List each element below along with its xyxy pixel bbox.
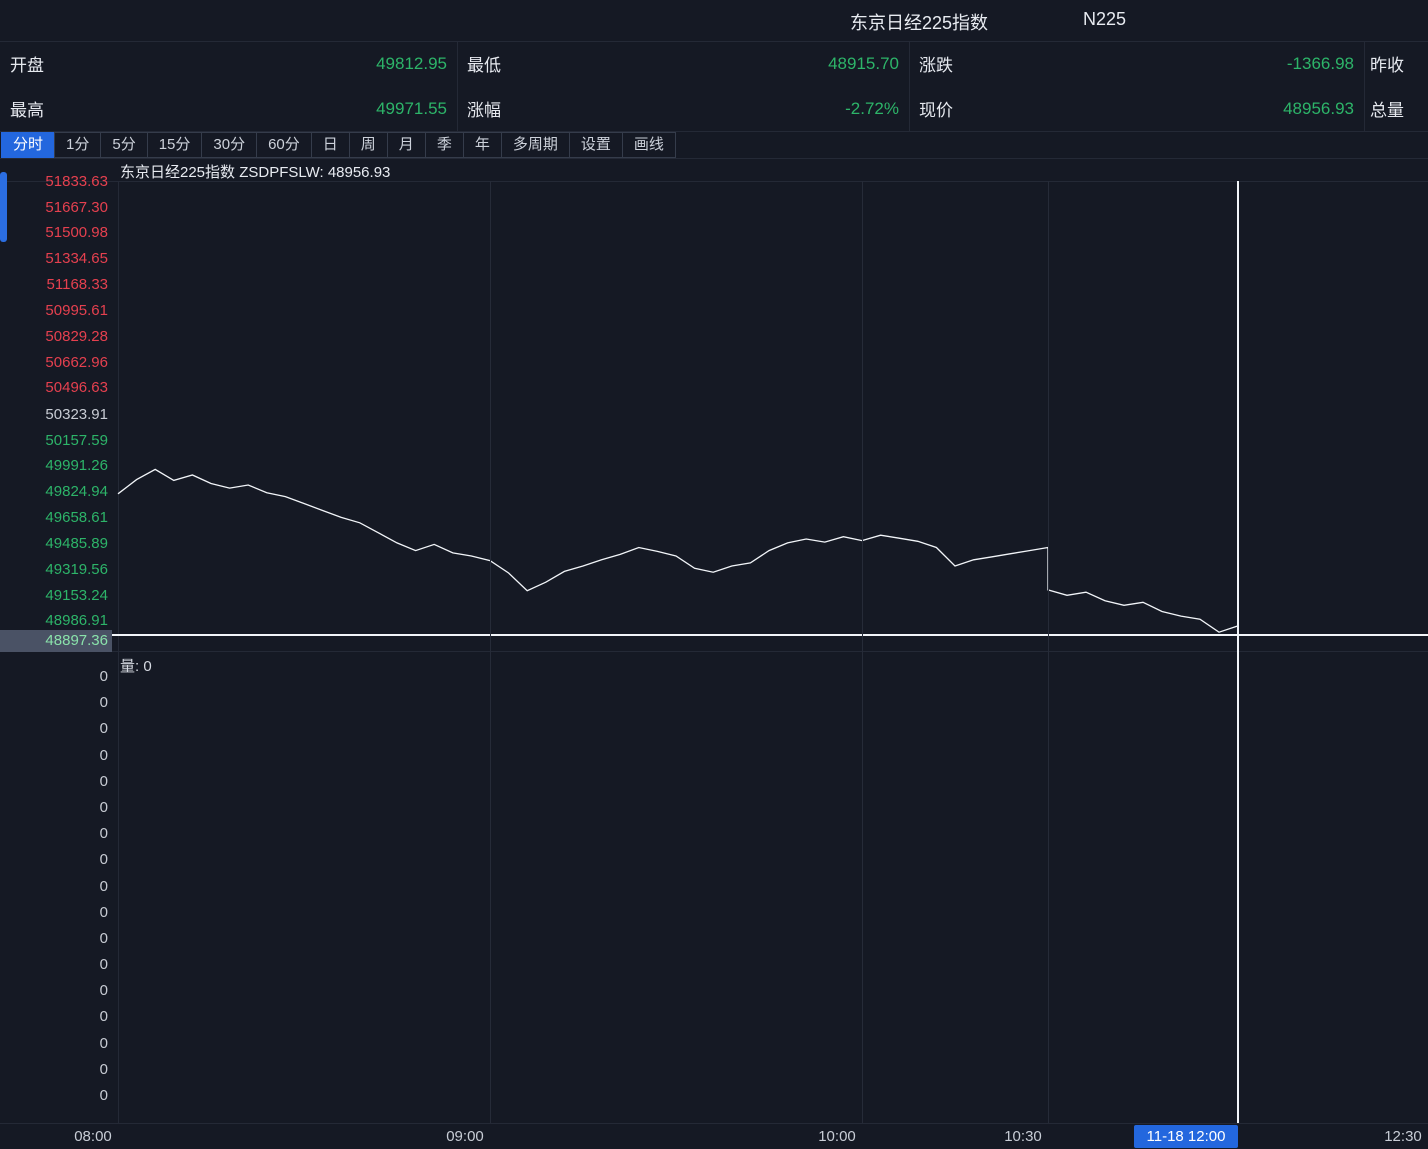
period-tab-2[interactable]: 5分	[100, 132, 147, 158]
quote-col-3: 涨跌 -1366.98 现价 48956.93	[909, 41, 1365, 132]
y-axis-tick: 50157.59	[0, 432, 108, 450]
period-tab-12[interactable]: 设置	[569, 132, 623, 158]
y-axis-tick: 51500.98	[0, 224, 108, 242]
change-pct-value: -2.72%	[845, 99, 899, 119]
period-tab-13[interactable]: 画线	[622, 132, 676, 158]
instrument-symbol: N225	[1083, 9, 1126, 30]
open-value: 49812.95	[376, 54, 447, 74]
axis-left-border	[118, 181, 119, 1123]
low-value: 48915.70	[828, 54, 899, 74]
volume-axis-tick: 0	[0, 694, 108, 712]
quote-cell-volume: 总量	[1364, 86, 1428, 131]
y-axis-tick: 51168.33	[0, 276, 108, 294]
x-axis-tick: 12:30	[1380, 1128, 1426, 1145]
period-tab-7[interactable]: 周	[349, 132, 388, 158]
y-axis-tick: 51667.30	[0, 199, 108, 217]
instrument-title: 东京日经225指数	[850, 9, 988, 35]
period-tab-4[interactable]: 30分	[201, 132, 257, 158]
volume-axis-tick: 0	[0, 773, 108, 791]
volume-axis-tick: 0	[0, 747, 108, 765]
y-axis-tick: 51334.65	[0, 250, 108, 268]
period-tab-8[interactable]: 月	[387, 132, 426, 158]
period-tab-11[interactable]: 多周期	[501, 132, 570, 158]
period-tab-3[interactable]: 15分	[147, 132, 203, 158]
high-value: 49971.55	[376, 99, 447, 119]
total-volume-label: 总量	[1370, 96, 1404, 121]
y-axis-tick: 51833.63	[0, 173, 108, 191]
y-axis-tick: 50496.63	[0, 379, 108, 397]
quote-cell-high: 最高 49971.55	[0, 86, 457, 131]
last-value: 48956.93	[1283, 99, 1354, 119]
price-line	[118, 469, 1238, 632]
quote-cell-change: 涨跌 -1366.98	[909, 41, 1364, 86]
gridline	[490, 181, 491, 1123]
volume-axis-tick: 0	[0, 904, 108, 922]
last-label: 现价	[919, 96, 953, 121]
volume-axis-tick: 0	[0, 1061, 108, 1079]
period-tab-5[interactable]: 60分	[256, 132, 312, 158]
x-axis-tick: 10:30	[1000, 1128, 1046, 1145]
quote-cell-low: 最低 48915.70	[457, 41, 909, 86]
y-axis-tick: 49824.94	[0, 483, 108, 501]
volume-axis-tick: 0	[0, 825, 108, 843]
period-tab-9[interactable]: 季	[425, 132, 464, 158]
volume-label: 量: 0	[120, 655, 152, 676]
x-axis-tick: 08:00	[70, 1128, 116, 1145]
y-axis-tick: 49319.56	[0, 561, 108, 579]
x-axis-tick: 09:00	[442, 1128, 488, 1145]
change-pct-label: 涨幅	[467, 96, 501, 121]
volume-axis-tick: 0	[0, 1008, 108, 1026]
y-axis-tick: 50662.96	[0, 354, 108, 372]
pane-separator	[0, 651, 1428, 652]
y-axis-tick: 50995.61	[0, 302, 108, 320]
y-axis-tick: 49991.26	[0, 457, 108, 475]
quote-col-4: 昨收 总量	[1364, 41, 1428, 132]
quote-col-2: 最低 48915.70 涨幅 -2.72%	[457, 41, 910, 132]
quote-cell-last: 现价 48956.93	[909, 86, 1364, 131]
quote-cell-prev-close: 昨收	[1364, 41, 1428, 86]
volume-axis-tick: 0	[0, 668, 108, 686]
quote-col-1: 开盘 49812.95 最高 49971.55	[0, 41, 458, 132]
volume-axis-tick: 0	[0, 1035, 108, 1053]
change-label: 涨跌	[919, 51, 953, 76]
quote-cell-open: 开盘 49812.95	[0, 41, 457, 86]
crosshair-horizontal-line	[112, 634, 1428, 636]
period-tabs: 分时1分5分15分30分60分日周月季年多周期设置画线	[0, 132, 1428, 159]
period-tab-10[interactable]: 年	[463, 132, 502, 158]
volume-axis-tick: 0	[0, 799, 108, 817]
quote-cell-change-pct: 涨幅 -2.72%	[457, 86, 909, 131]
y-axis-tick: 49485.89	[0, 535, 108, 553]
volume-axis-tick: 0	[0, 956, 108, 974]
crosshair-price-axis-label: 48897.36	[0, 630, 112, 652]
period-tab-6[interactable]: 日	[311, 132, 350, 158]
volume-axis-tick: 0	[0, 851, 108, 869]
period-tab-0[interactable]: 分时	[1, 132, 55, 158]
prev-close-label: 昨收	[1370, 51, 1404, 76]
title-bar: 东京日经225指数 N225	[0, 0, 1428, 42]
y-axis-tick: 50829.28	[0, 328, 108, 346]
volume-axis-tick: 0	[0, 720, 108, 738]
change-value: -1366.98	[1287, 54, 1354, 74]
x-axis-tick: 11-18 12:00	[1134, 1125, 1238, 1148]
x-axis-tick: 10:00	[814, 1128, 860, 1145]
open-label: 开盘	[10, 51, 44, 76]
gridline	[1048, 181, 1049, 1123]
y-axis-tick: 49153.24	[0, 587, 108, 605]
volume-axis-tick: 0	[0, 982, 108, 1000]
volume-axis-tick: 0	[0, 1087, 108, 1105]
high-label: 最高	[10, 96, 44, 121]
volume-axis-tick: 0	[0, 878, 108, 896]
low-label: 最低	[467, 51, 501, 76]
gridline	[862, 181, 863, 1123]
chart-legend: 东京日经225指数 ZSDPFSLW: 48956.93	[120, 161, 390, 182]
y-axis-tick: 49658.61	[0, 509, 108, 527]
y-axis-tick: 50323.91	[0, 406, 108, 424]
trading-app-window: 东京日经225指数 N225 开盘 49812.95 最高 49971.55 最…	[0, 0, 1428, 1149]
crosshair-vertical-line	[1237, 181, 1239, 1123]
period-tab-1[interactable]: 1分	[54, 132, 101, 158]
y-axis-tick: 48986.91	[0, 612, 108, 630]
volume-axis-tick: 0	[0, 930, 108, 948]
